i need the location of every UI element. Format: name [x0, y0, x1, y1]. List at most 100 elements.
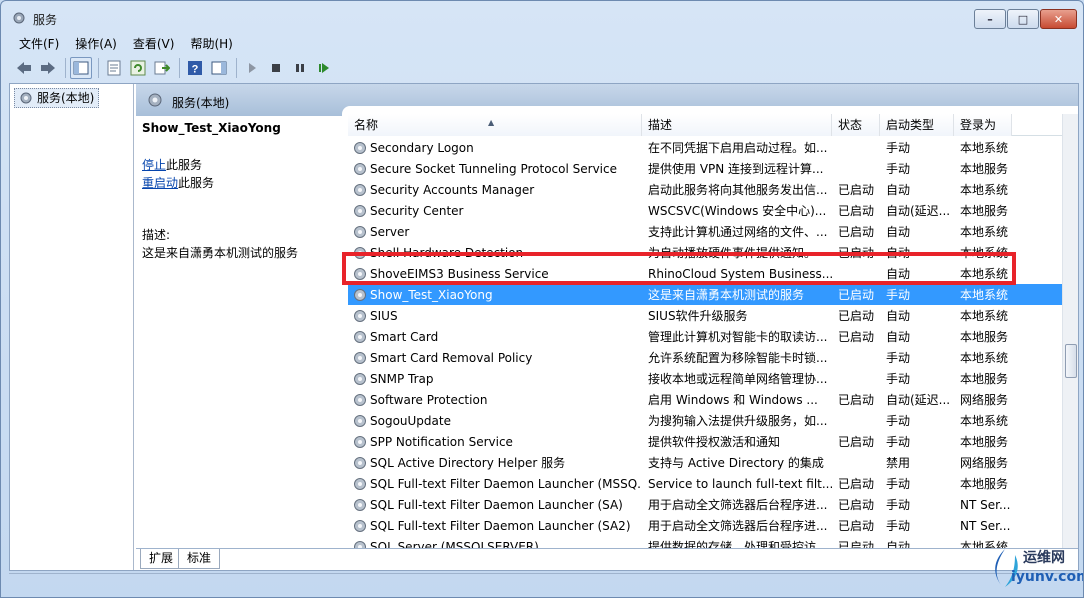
table-row[interactable]: Shell Hardware Detection 为自动播放硬件事件提供通知。 已启…	[348, 242, 1062, 263]
service-logon-as: 本地系统	[960, 141, 1009, 155]
table-row[interactable]: Security Accounts Manager 启动此服务将向其他服务发出信.…	[348, 179, 1062, 200]
restart-service-link[interactable]: 重启动	[142, 176, 178, 190]
column-status-label: 状态	[838, 118, 863, 132]
service-logon-as: 本地系统	[960, 288, 1009, 302]
column-header-row: 名称 ▲ 描述 状态 启动类型 登录为	[348, 114, 1062, 136]
column-header-logon-as[interactable]: 登录为	[954, 114, 1012, 136]
service-name: Security Accounts Manager	[370, 182, 535, 197]
service-name: Smart Card	[370, 329, 439, 344]
watermark-text-domain: iyunv.com	[1011, 569, 1084, 585]
menu-view[interactable]: 查看(V)	[123, 34, 181, 54]
description-text: 这是来自潇勇本机测试的服务	[142, 246, 299, 260]
service-status: 已启动	[838, 498, 875, 512]
table-row[interactable]: SQL Active Directory Helper 服务 支持与 Active…	[348, 452, 1062, 473]
show-console-tree-icon[interactable]	[70, 57, 92, 79]
table-row[interactable]: Software Protection 启用 Windows 和 Windows …	[348, 389, 1062, 410]
service-logon-as: 本地系统	[960, 267, 1009, 281]
service-status: 已启动	[838, 246, 875, 260]
service-startup-type: 手动	[886, 372, 911, 386]
tab-extended[interactable]: 扩展	[140, 549, 183, 569]
service-logon-as: 本地系统	[960, 225, 1009, 239]
table-row[interactable]: SNMP Trap 接收本地或远程简单网络管理协... 手动 本地服务	[348, 368, 1062, 389]
stop-service-link[interactable]: 停止	[142, 158, 166, 172]
column-header-description[interactable]: 描述	[642, 114, 832, 136]
service-startup-type: 自动(延迟...	[886, 393, 951, 407]
restart-action: 重启动此服务	[142, 174, 214, 191]
service-startup-type: 自动	[886, 309, 911, 323]
menu-bar: 文件(F) 操作(A) 查看(V) 帮助(H)	[9, 33, 1075, 55]
table-row[interactable]: SPP Notification Service 提供软件授权激活和通知 已启动 手动…	[348, 431, 1062, 452]
vertical-scrollbar[interactable]	[1062, 114, 1078, 548]
table-row[interactable]: Secure Socket Tunneling Protocol Service…	[348, 158, 1062, 179]
column-name-label: 名称	[354, 118, 379, 132]
service-name: SPP Notification Service	[370, 434, 513, 449]
service-logon-as: 本地系统	[960, 351, 1009, 365]
watermark-text-cn: 运维网	[1023, 550, 1065, 566]
service-logon-as: 本地系统	[960, 246, 1009, 260]
service-gear-icon	[354, 289, 366, 301]
table-row-selected[interactable]: Show_Test_XiaoYong 这是来自潇勇本机测试的服务 已启动 手动 本地系统	[348, 284, 1062, 305]
service-description: 提供使用 VPN 连接到远程计算...	[648, 162, 824, 176]
menu-file[interactable]: 文件(F)	[9, 34, 65, 54]
show-action-pane-icon[interactable]	[208, 57, 230, 79]
service-logon-as: 网络服务	[960, 456, 1009, 470]
export-list-icon[interactable]	[151, 57, 173, 79]
service-status: 已启动	[838, 204, 875, 218]
service-gear-icon	[354, 457, 366, 469]
toolbar: ?	[9, 55, 1075, 81]
close-button[interactable]: ✕	[1040, 9, 1077, 29]
tree-item-services-local[interactable]: 服务(本地)	[14, 88, 100, 108]
service-gear-icon	[354, 394, 366, 406]
table-row[interactable]: SQL Full-text Filter Daemon Launcher (SA…	[348, 515, 1062, 536]
service-gear-icon	[354, 310, 366, 322]
back-icon[interactable]	[13, 57, 35, 79]
start-service-icon[interactable]	[241, 57, 263, 79]
stop-service-icon[interactable]	[265, 57, 287, 79]
table-row[interactable]: SogouUpdate 为搜狗输入法提供升级服务，如... 手动 本地系统	[348, 410, 1062, 431]
table-row[interactable]: Smart Card 管理此计算机对智能卡的取读访... 已启动 自动 本地服务	[348, 326, 1062, 347]
table-row[interactable]: SIUS SIUS软件升级服务 已启动 自动 本地系统	[348, 305, 1062, 326]
services-rows: Secondary Logon 在不同凭据下启用启动过程。如... 手动 本地系统 Se…	[348, 137, 1062, 548]
restart-service-icon[interactable]	[313, 57, 335, 79]
service-name: SQL Full-text Filter Daemon Launcher (SA…	[370, 518, 631, 533]
help-icon[interactable]: ?	[184, 57, 206, 79]
service-startup-type: 手动	[886, 498, 911, 512]
properties-icon[interactable]	[103, 57, 125, 79]
table-row[interactable]: Server 支持此计算机通过网络的文件、... 已启动 自动 本地系统	[348, 221, 1062, 242]
tab-standard[interactable]: 标准	[178, 549, 221, 569]
services-pane: 服务(本地) Show_Test_XiaoYong 停止此服务 重启动此服务 描…	[136, 84, 1078, 570]
service-status: 已启动	[838, 393, 875, 407]
pause-service-icon[interactable]	[289, 57, 311, 79]
scrollbar-thumb[interactable]	[1065, 344, 1077, 378]
service-gear-icon	[354, 268, 366, 280]
table-row[interactable]: SQL Full-text Filter Daemon Launcher (MS…	[348, 473, 1062, 494]
service-startup-type: 自动	[886, 267, 911, 281]
minimize-button[interactable]: –	[974, 9, 1006, 29]
table-row[interactable]: SQL Full-text Filter Daemon Launcher (SA…	[348, 494, 1062, 515]
service-logon-as: 本地服务	[960, 372, 1009, 386]
table-row[interactable]: Smart Card Removal Policy 允许系统配置为移除智能卡时锁.…	[348, 347, 1062, 368]
svg-text:?: ?	[192, 64, 199, 76]
column-header-status[interactable]: 状态	[832, 114, 880, 136]
services-window: 服务 – □ ✕ 文件(F) 操作(A) 查看(V) 帮助(H) ? 服务(本地…	[0, 0, 1084, 598]
maximize-button[interactable]: □	[1007, 9, 1039, 29]
service-status: 已启动	[838, 330, 875, 344]
table-row[interactable]: Secondary Logon 在不同凭据下启用启动过程。如... 手动 本地系统	[348, 137, 1062, 158]
restart-suffix: 此服务	[178, 176, 215, 190]
column-header-name[interactable]: 名称 ▲	[348, 114, 642, 136]
table-row[interactable]: SQL Server (MSSQLSERVER) 提供数据的存储、处理和受控访..…	[348, 536, 1062, 548]
menu-help[interactable]: 帮助(H)	[180, 34, 238, 54]
service-name: Secure Socket Tunneling Protocol Service	[370, 161, 617, 176]
forward-icon[interactable]	[37, 57, 59, 79]
column-description-label: 描述	[648, 118, 673, 132]
refresh-icon[interactable]	[127, 57, 149, 79]
table-row[interactable]: Security Center WSCSVC(Windows 安全中心)... 已启…	[348, 200, 1062, 221]
table-row[interactable]: ShoveEIMS3 Business Service RhinoCloud Sy…	[348, 263, 1062, 284]
service-logon-as: 本地服务	[960, 162, 1009, 176]
column-header-startup-type[interactable]: 启动类型	[880, 114, 954, 136]
menu-action[interactable]: 操作(A)	[65, 34, 123, 54]
service-startup-type: 自动	[886, 330, 911, 344]
service-gear-icon	[354, 163, 366, 175]
service-description: 允许系统配置为移除智能卡时锁...	[648, 351, 828, 365]
service-logon-as: NT Ser...	[960, 497, 1011, 512]
